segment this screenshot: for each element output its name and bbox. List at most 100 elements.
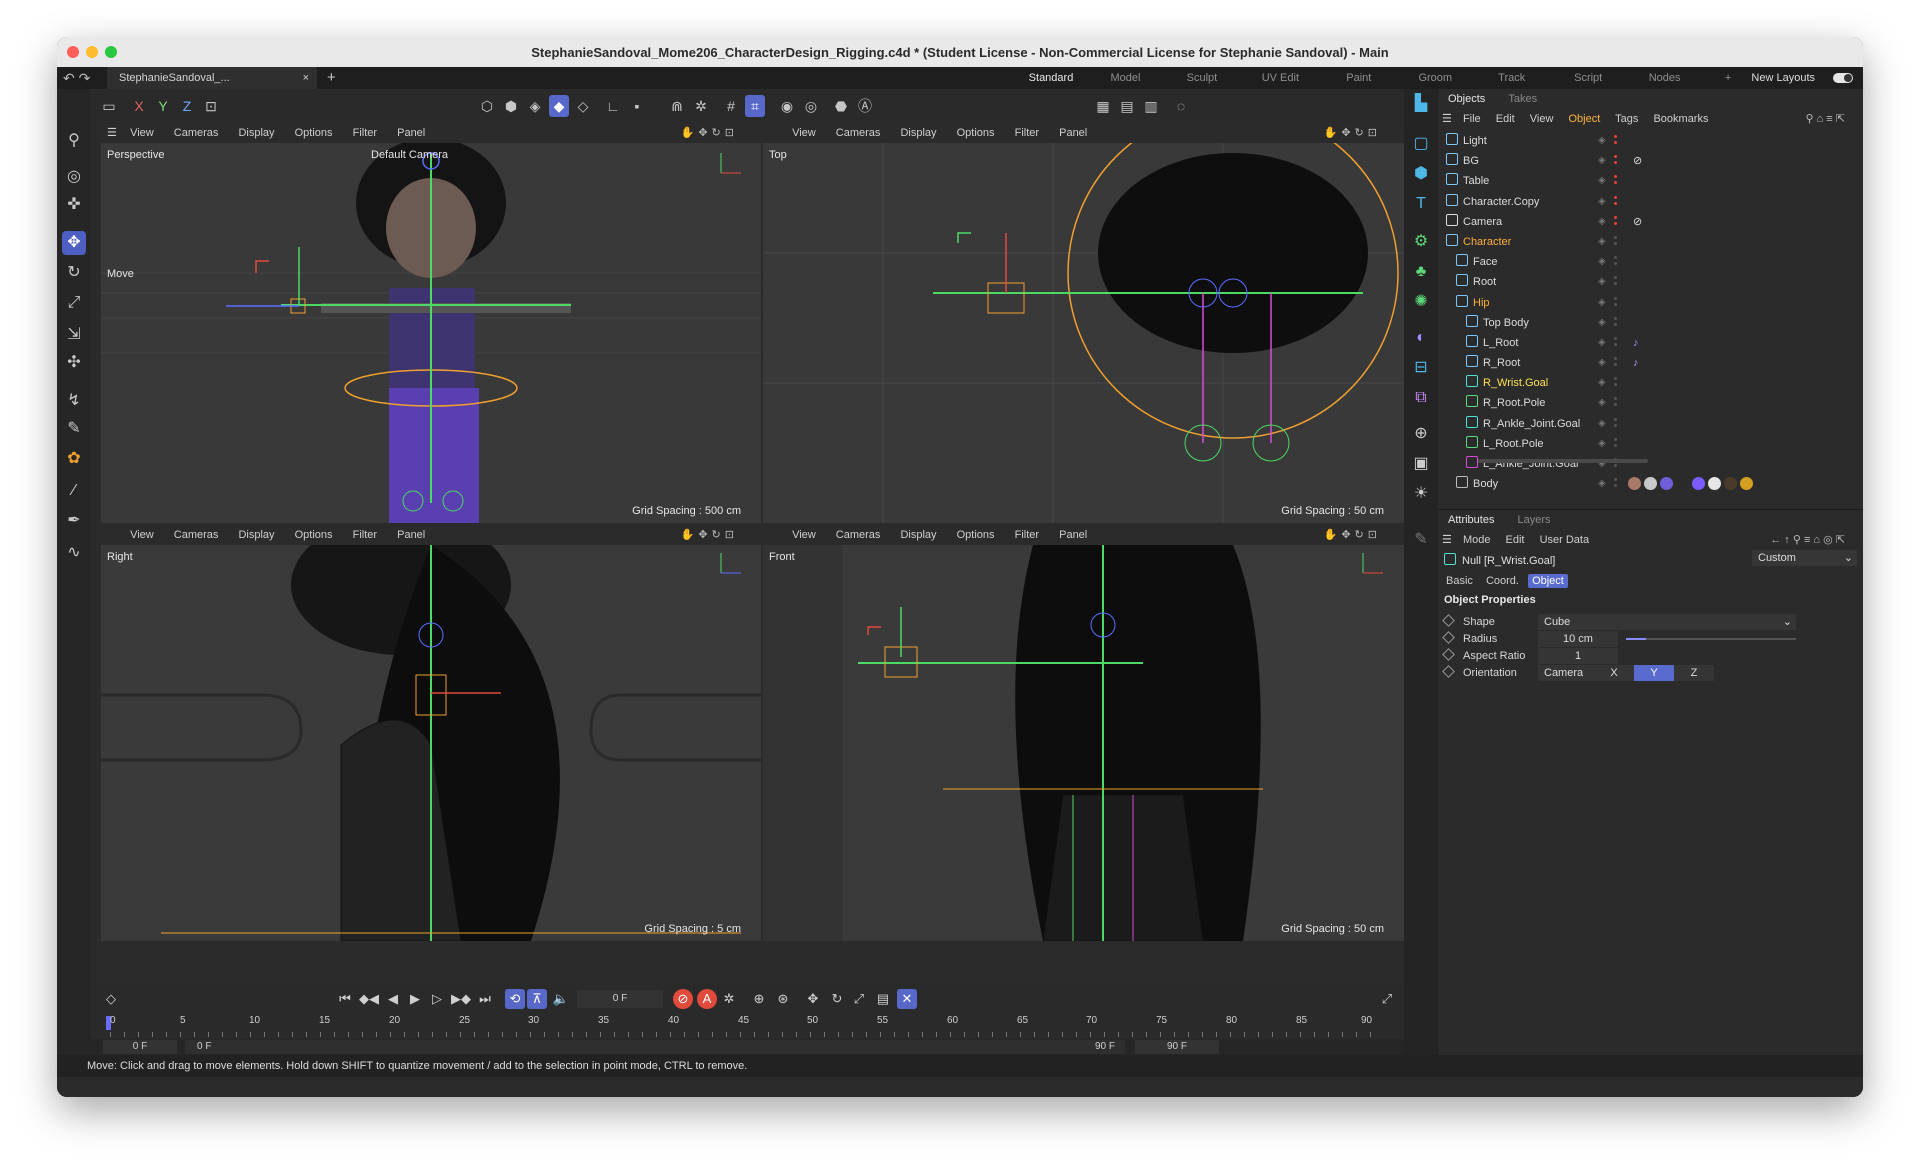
tab-takes[interactable]: Takes	[1498, 89, 1547, 109]
transform-tool-icon[interactable]: ⇲	[62, 323, 86, 347]
environment-icon[interactable]: ⊕	[1410, 423, 1432, 445]
visibility-dots[interactable]	[1614, 296, 1617, 309]
list-item[interactable]: Camera ◈ ⊘	[1438, 212, 1863, 232]
list-item[interactable]: L_Root.Pole ◈	[1438, 434, 1863, 454]
redshift-icon[interactable]: ◌	[1171, 95, 1191, 117]
hamburger-icon[interactable]: ☰	[1442, 534, 1452, 546]
menu-panel[interactable]: Panel	[397, 127, 425, 139]
menu-cameras[interactable]: Cameras	[836, 127, 881, 139]
ik-tag-icon[interactable]: ♪	[1633, 333, 1639, 353]
menu-panel[interactable]: Panel	[1059, 529, 1087, 541]
keyframe-icon[interactable]	[1442, 648, 1455, 661]
visibility-icon[interactable]: ◈	[1598, 192, 1606, 212]
range-icon[interactable]: ⊼	[527, 989, 547, 1009]
menu-edit[interactable]: Edit	[1496, 113, 1515, 125]
menu-panel[interactable]: Panel	[1059, 127, 1087, 139]
solo-icon[interactable]: ▪	[627, 95, 647, 117]
menu-panel[interactable]: Panel	[397, 529, 425, 541]
camera-object-icon[interactable]: ⊟	[1410, 357, 1432, 379]
range-start-field[interactable]: 0 F	[103, 1040, 177, 1054]
viewport-perspective[interactable]: ☰ View Cameras Display Options Filter Pa…	[101, 123, 761, 523]
model-mode-icon[interactable]: ◆	[549, 95, 569, 117]
hamburger-icon[interactable]: ☰	[107, 123, 121, 143]
menu-options[interactable]: Options	[957, 127, 995, 139]
visibility-dots[interactable]	[1614, 175, 1617, 187]
visibility-dots[interactable]	[1614, 256, 1617, 268]
layout-tab-nodes[interactable]: Nodes	[1629, 67, 1701, 89]
field-icon[interactable]: ◐	[1410, 327, 1432, 349]
visibility-dots[interactable]	[1614, 336, 1617, 349]
select-tool-icon[interactable]: ✜	[62, 193, 86, 217]
tab-objects[interactable]: Objects	[1438, 89, 1495, 109]
points-mode-icon[interactable]: ⬡	[477, 95, 497, 117]
search-icon[interactable]: ⚲	[62, 129, 86, 153]
orientation-camera-button[interactable]: Camera	[1538, 665, 1594, 681]
shape-dropdown[interactable]: Cube ⌄	[1538, 614, 1796, 630]
list-item[interactable]: R_Wrist.Goal ◈	[1438, 373, 1863, 393]
axis-z-toggle[interactable]: Z	[177, 95, 197, 117]
knife-tool-icon[interactable]: ↯	[62, 389, 86, 413]
visibility-icon[interactable]: ◈	[1598, 252, 1606, 272]
visibility-dots[interactable]	[1614, 478, 1617, 490]
spline-pen-icon[interactable]: ✒	[62, 509, 86, 533]
brush-tool-icon[interactable]: ⁄	[62, 479, 86, 503]
preset-dropdown[interactable]: Custom ⌄	[1752, 550, 1857, 566]
radius-input[interactable]: 10 cm	[1538, 631, 1618, 647]
menu-bookmarks[interactable]: Bookmarks	[1653, 113, 1708, 125]
key-point-icon[interactable]: ⤢	[849, 989, 869, 1009]
menu-object[interactable]: Object	[1568, 113, 1600, 125]
live-selection-icon[interactable]: ◎	[62, 165, 86, 189]
list-item[interactable]: L_Root ◈ ♪	[1438, 333, 1863, 353]
radius-slider[interactable]	[1626, 638, 1796, 640]
menu-filter[interactable]: Filter	[1015, 529, 1039, 541]
axis-tool-icon[interactable]: ✣	[62, 351, 86, 375]
go-to-end-icon[interactable]: ⏭	[475, 989, 495, 1009]
menu-options[interactable]: Options	[295, 127, 333, 139]
key-scale-icon[interactable]: ✥	[803, 989, 823, 1009]
light-icon[interactable]: ☀	[1410, 483, 1432, 505]
sound-icon[interactable]: 🔈	[551, 989, 571, 1009]
record-icon[interactable]: ⊘	[673, 989, 693, 1009]
previous-frame-icon[interactable]: ◀	[383, 989, 403, 1009]
list-item[interactable]: Face ◈	[1438, 252, 1863, 272]
list-item[interactable]: Character.Copy ◈	[1438, 192, 1863, 212]
visibility-icon[interactable]: ◈	[1598, 474, 1606, 494]
layout-tab-groom[interactable]: Groom	[1399, 67, 1471, 89]
layout-tab-script[interactable]: Script	[1552, 67, 1624, 89]
menu-edit[interactable]: Edit	[1506, 534, 1525, 546]
visibility-icon[interactable]: ◈	[1598, 313, 1606, 333]
tab-coord[interactable]: Coord.	[1482, 574, 1523, 588]
viewport-front[interactable]: View Cameras Display Options Filter Pane…	[763, 525, 1404, 941]
visibility-icon[interactable]: ◈	[1598, 232, 1606, 252]
current-frame-field[interactable]: 0 F	[577, 990, 663, 1008]
viewport-nav-icons[interactable]: ✋✥↻⊡	[681, 123, 738, 143]
next-frame-icon[interactable]: ▷	[427, 989, 447, 1009]
cube-icon[interactable]: ⬢	[1410, 163, 1432, 185]
viewport-right[interactable]: View Cameras Display Options Filter Pane…	[101, 525, 761, 941]
visibility-dots[interactable]	[1614, 276, 1617, 288]
navigation-arrows-icon[interactable]: ← ↑ ⚲ ≡ ⌂ ◎ ⇱	[1770, 530, 1845, 550]
orientation-x-button[interactable]: X	[1594, 665, 1634, 681]
play-icon[interactable]: ▶	[405, 989, 425, 1009]
pen-tool-icon[interactable]: ✎	[62, 417, 86, 441]
stage-icon[interactable]: ▭	[99, 95, 119, 117]
render-picture-viewer-icon[interactable]: ▤	[1117, 95, 1137, 117]
menu-filter[interactable]: Filter	[1015, 127, 1039, 139]
list-item[interactable]: L_Ankle_Joint.Goal ◈	[1438, 454, 1863, 474]
menu-cameras[interactable]: Cameras	[174, 529, 219, 541]
layout-tab-uv-edit[interactable]: UV Edit	[1242, 67, 1318, 89]
menu-cameras[interactable]: Cameras	[174, 127, 219, 139]
menu-display[interactable]: Display	[238, 127, 274, 139]
visibility-dots[interactable]	[1614, 397, 1617, 409]
menu-file[interactable]: File	[1463, 113, 1481, 125]
menu-view[interactable]: View	[792, 127, 816, 139]
material-tags[interactable]	[1628, 477, 1756, 497]
move-tool-icon[interactable]: ✥	[62, 231, 86, 255]
visibility-icon[interactable]: ◈	[1598, 414, 1606, 434]
menu-display[interactable]: Display	[900, 127, 936, 139]
viewport-nav-icons[interactable]: ✋✥↻⊡	[1324, 525, 1381, 545]
layout-tab-track[interactable]: Track	[1476, 67, 1548, 89]
tab-attributes[interactable]: Attributes	[1438, 510, 1504, 530]
generator-icon[interactable]: ⚙	[1410, 231, 1432, 253]
ai-assist-icon[interactable]: Ⓐ	[855, 95, 875, 117]
